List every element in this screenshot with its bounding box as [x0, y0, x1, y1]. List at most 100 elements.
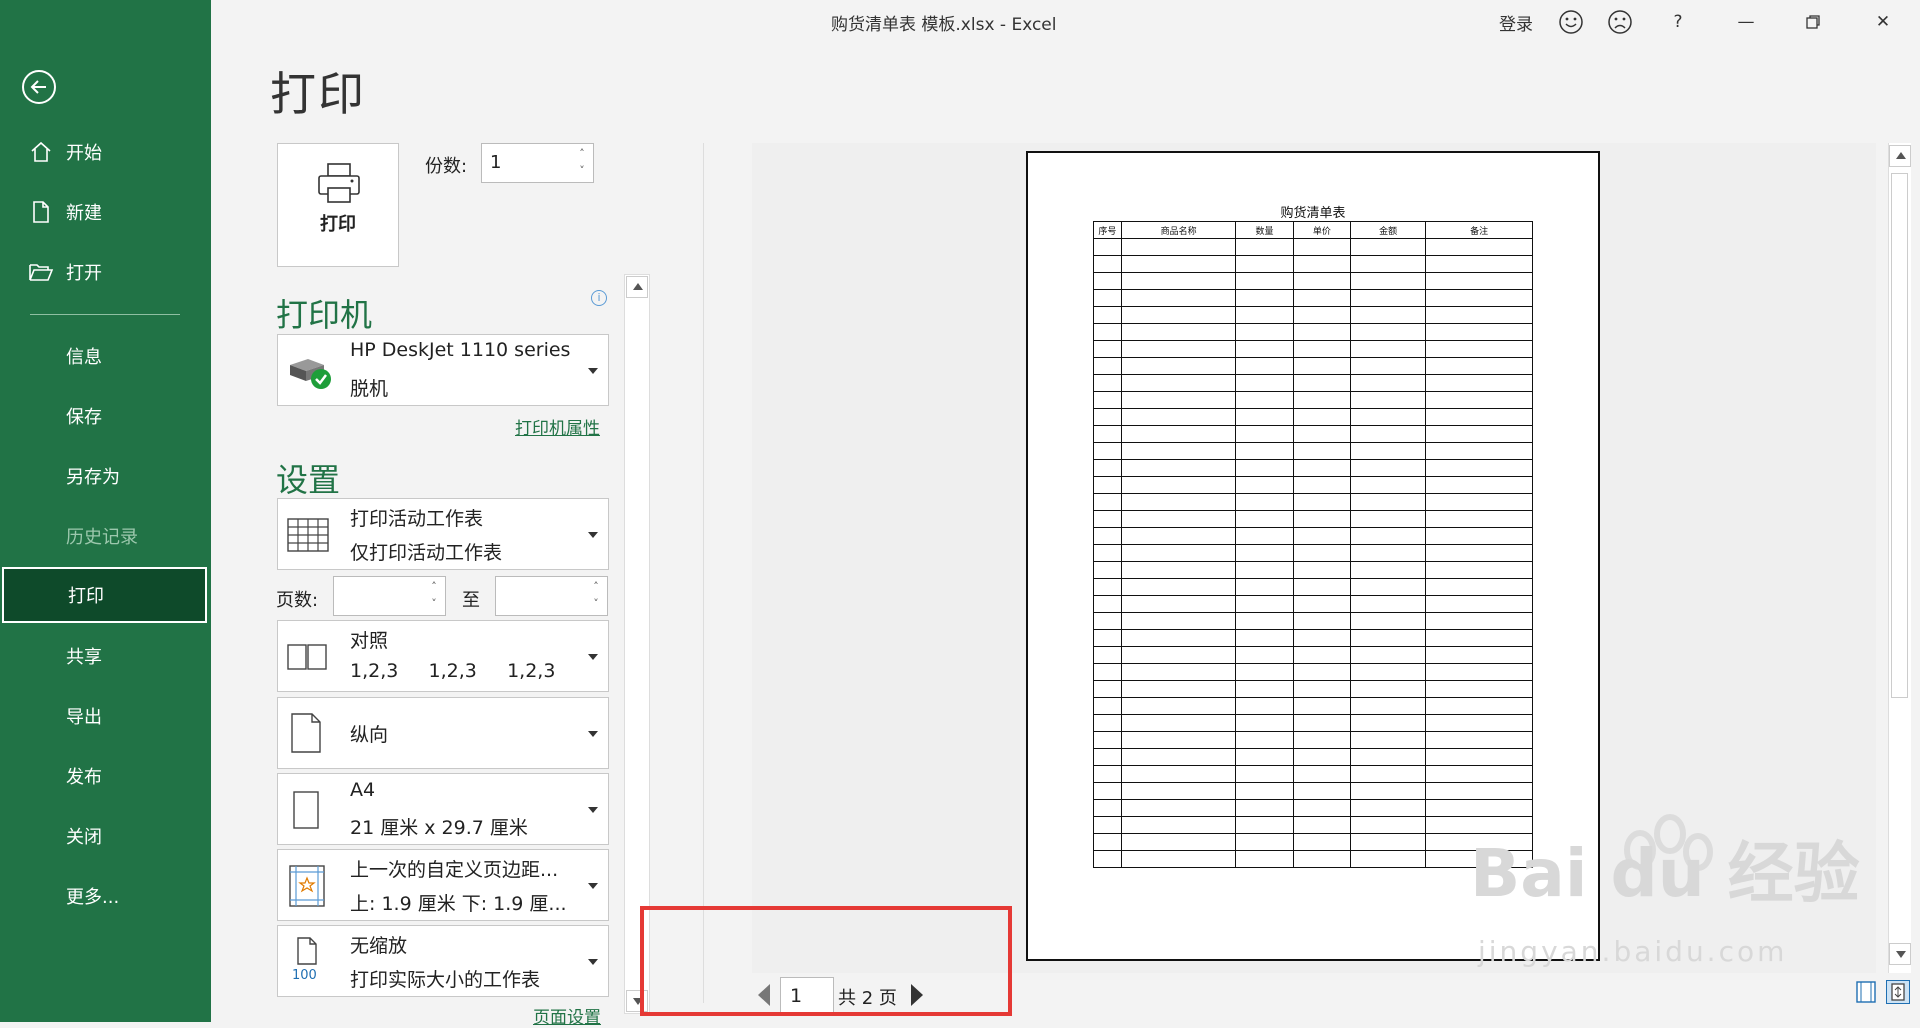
- chevron-up-icon[interactable]: ˄: [575, 147, 589, 161]
- frown-icon[interactable]: [1605, 8, 1635, 36]
- nav-close[interactable]: 关闭: [0, 812, 211, 860]
- chevron-up-icon[interactable]: ˄: [589, 580, 603, 594]
- printer-dropdown[interactable]: HP DeskJet 1110 series 脱机: [277, 334, 609, 406]
- settings-scrollbar[interactable]: [624, 274, 650, 1014]
- table-cell: [1425, 663, 1533, 681]
- nav-new[interactable]: 新建: [0, 188, 211, 236]
- table-cell: [1235, 714, 1294, 732]
- chevron-down-icon[interactable]: ˅: [427, 597, 441, 611]
- scaling-desc: 打印实际大小的工作表: [350, 969, 541, 991]
- smile-icon[interactable]: [1556, 8, 1586, 36]
- scroll-thumb[interactable]: [1891, 173, 1908, 698]
- signin-button[interactable]: 登录: [1491, 8, 1541, 36]
- table-cell: [1093, 561, 1122, 579]
- table-cell: [1350, 357, 1427, 375]
- scroll-up-button[interactable]: [1889, 145, 1911, 167]
- nav-share[interactable]: 共享: [0, 632, 211, 680]
- nav-save-as[interactable]: 另存为: [0, 452, 211, 500]
- table-cell: [1093, 306, 1122, 324]
- table-cell: [1425, 680, 1533, 698]
- table-cell: [1093, 425, 1122, 443]
- paper-size-dims: 21 厘米 x 29.7 厘米: [350, 817, 528, 839]
- nav-print[interactable]: 打印: [2, 567, 207, 623]
- table-cell: [1350, 595, 1427, 613]
- printer-name: HP DeskJet 1110 series: [350, 339, 571, 361]
- table-cell: [1292, 374, 1352, 392]
- table-row: [1093, 408, 1533, 426]
- restore-button[interactable]: [1793, 8, 1833, 36]
- table-cell: [1093, 493, 1122, 511]
- table-cell: [1093, 748, 1122, 766]
- table-cell: [1120, 612, 1237, 630]
- minimize-button[interactable]: —: [1726, 8, 1766, 36]
- info-icon[interactable]: i: [591, 290, 607, 306]
- table-cell: [1292, 323, 1352, 341]
- nav-publish[interactable]: 发布: [0, 752, 211, 800]
- table-row: [1093, 595, 1533, 613]
- table-row: [1093, 289, 1533, 307]
- table-cell: [1235, 612, 1294, 630]
- nav-save[interactable]: 保存: [0, 392, 211, 440]
- help-button[interactable]: ?: [1663, 8, 1693, 36]
- chevron-up-icon[interactable]: ˄: [427, 580, 441, 594]
- table-cell: [1350, 476, 1427, 494]
- table-cell: [1235, 595, 1294, 613]
- table-cell: [1350, 578, 1427, 596]
- page-setup-link[interactable]: 页面设置: [533, 1003, 601, 1028]
- page-from-input[interactable]: ˄ ˅: [333, 576, 446, 616]
- table-cell: [1350, 782, 1427, 800]
- table-cell: [1120, 833, 1237, 851]
- scroll-up-button[interactable]: [626, 276, 648, 298]
- table-cell: [1350, 374, 1427, 392]
- table-cell: [1235, 561, 1294, 579]
- table-cell: [1425, 493, 1533, 511]
- table-cell: [1292, 391, 1352, 409]
- nav-export[interactable]: 导出: [0, 692, 211, 740]
- close-button[interactable]: ✕: [1863, 8, 1903, 36]
- table-cell: [1425, 578, 1533, 596]
- printer-properties-link[interactable]: 打印机属性: [515, 414, 600, 439]
- table-cell: [1292, 289, 1352, 307]
- table-cell: [1350, 748, 1427, 766]
- chevron-down-icon[interactable]: ˅: [575, 164, 589, 178]
- table-cell: [1093, 459, 1122, 477]
- preview-scrollbar[interactable]: [1888, 143, 1911, 973]
- table-cell: [1093, 527, 1122, 545]
- paper-size-dropdown[interactable]: A4 21 厘米 x 29.7 厘米: [277, 773, 609, 845]
- nav-more[interactable]: 更多...: [0, 872, 211, 920]
- scaling-dropdown[interactable]: 100 无缩放 打印实际大小的工作表: [277, 925, 609, 997]
- pages-label: 页数:: [276, 590, 319, 611]
- table-cell: [1292, 663, 1352, 681]
- orientation-dropdown[interactable]: 纵向: [277, 697, 609, 769]
- table-cell: [1235, 697, 1294, 715]
- page-to-input[interactable]: ˄ ˅: [495, 576, 608, 616]
- print-button[interactable]: 打印: [277, 143, 399, 267]
- margins-dropdown[interactable]: 上一次的自定义页边距... 上: 1.9 厘米 下: 1.9 厘...: [277, 849, 609, 921]
- table-cell: [1235, 782, 1294, 800]
- print-scope-dropdown[interactable]: 打印活动工作表 仅打印活动工作表: [277, 498, 609, 570]
- table-cell: [1425, 442, 1533, 460]
- table-cell: [1235, 646, 1294, 664]
- collate-dropdown[interactable]: 对照 1,2,3 1,2,3 1,2,3: [277, 620, 609, 692]
- chevron-down-icon[interactable]: ˅: [589, 597, 603, 611]
- table-cell: [1425, 340, 1533, 358]
- nav-home[interactable]: 开始: [0, 128, 211, 176]
- table-row: [1093, 527, 1533, 545]
- nav-info[interactable]: 信息: [0, 332, 211, 380]
- table-cell: [1093, 255, 1122, 273]
- table-cell: [1350, 527, 1427, 545]
- table-cell: [1120, 595, 1237, 613]
- table-cell: [1425, 595, 1533, 613]
- nav-print-label: 打印: [68, 586, 104, 607]
- settings-section-title: 设置: [276, 461, 341, 499]
- back-button[interactable]: [22, 70, 56, 104]
- show-margins-button[interactable]: [1854, 980, 1878, 1004]
- table-cell: [1093, 476, 1122, 494]
- scroll-down-button[interactable]: [1889, 943, 1911, 965]
- zoom-to-page-button[interactable]: [1886, 980, 1910, 1004]
- window-title: 购货清单表 模板.xlsx - Excel: [831, 15, 1057, 35]
- table-cell: [1093, 272, 1122, 290]
- col-header: 单价: [1292, 221, 1352, 239]
- copies-stepper[interactable]: 1 ˄ ˅: [481, 143, 594, 183]
- nav-open[interactable]: 打开: [0, 248, 211, 296]
